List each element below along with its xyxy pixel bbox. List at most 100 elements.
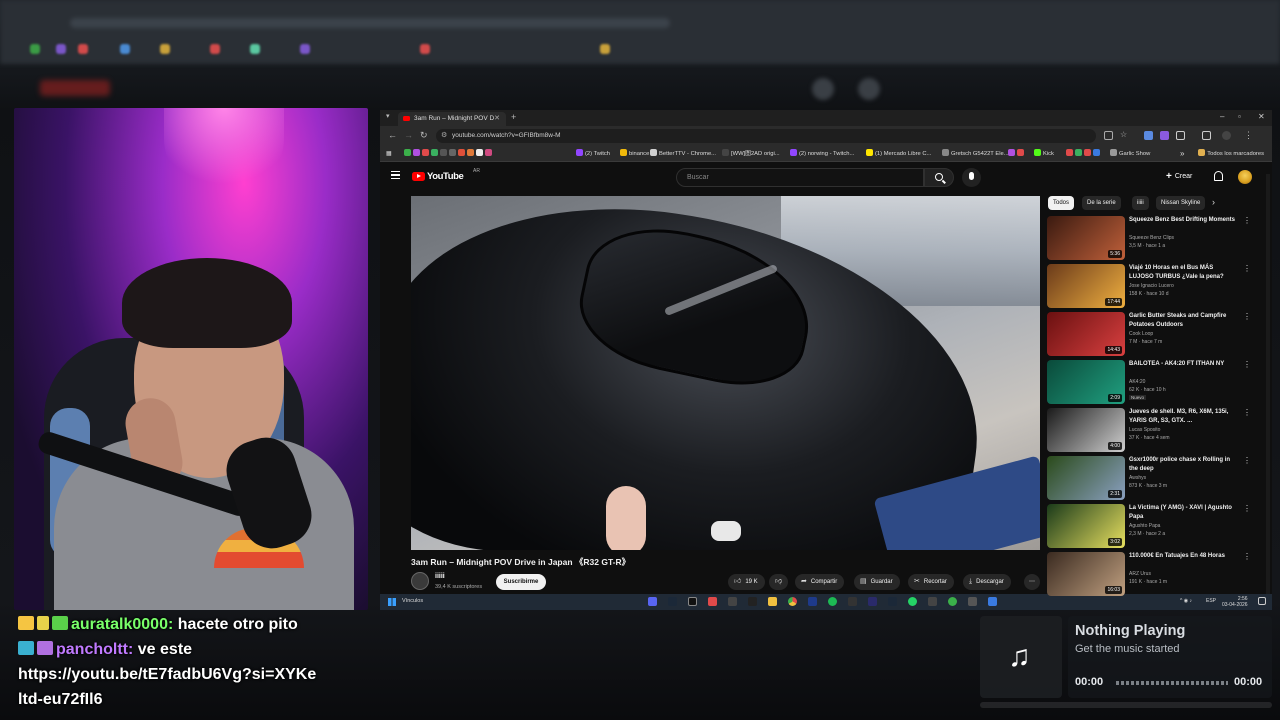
app-icon[interactable] (688, 597, 697, 606)
more-options-icon[interactable]: ⋮ (1243, 216, 1251, 225)
video-thumbnail[interactable]: 16:03 (1047, 552, 1125, 596)
url-field[interactable]: ⚙ youtube.com/watch?v=GFIBfbm8w-M (436, 129, 1096, 143)
recommended-video[interactable]: 5:36 Squeeze Benz Best Drifting Moments Sq… (1047, 216, 1257, 262)
chip-nissan-skyline[interactable]: Nissan Skyline (1156, 196, 1206, 210)
steam-icon[interactable] (888, 597, 897, 606)
video-thumbnail[interactable]: 17:44 (1047, 264, 1125, 308)
recommended-video-title[interactable]: Gsxr1000r police chase x Rolling in the … (1129, 456, 1239, 474)
app-icon[interactable] (748, 597, 757, 606)
new-tab-button[interactable]: + (511, 112, 516, 122)
recommended-channel[interactable]: AK4:20 (1129, 379, 1145, 385)
bookmark-binance[interactable]: binance (620, 149, 649, 159)
video-thumbnail[interactable]: 5:36 (1047, 216, 1125, 260)
bookmark-icons[interactable] (404, 149, 494, 159)
app-icon[interactable] (728, 597, 737, 606)
account-avatar[interactable] (1238, 170, 1252, 184)
links-toolbar[interactable]: Vínculos (402, 598, 423, 604)
recommended-video[interactable]: 16:03 110.000€ En Tatuajes En 48 Horas ARZ… (1047, 552, 1257, 598)
recommended-channel[interactable]: Awshys (1129, 475, 1146, 481)
app-icon[interactable] (928, 597, 937, 606)
recommended-video[interactable]: 14:43 Garlic Butter Steaks and Campfire P… (1047, 312, 1257, 358)
browser-menu-icon[interactable]: ⋮ (1244, 130, 1253, 141)
app-icon[interactable] (848, 597, 857, 606)
recommended-video-title[interactable]: Viajé 10 Horas en el Bus MÁS LUJOSO TURB… (1129, 264, 1239, 282)
app-icon[interactable] (968, 597, 977, 606)
discord-icon[interactable] (648, 597, 657, 606)
tab-youtube[interactable]: 3am Run – Midnight POV D ✕ (398, 112, 506, 126)
youtube-logo-text[interactable]: YouTube (427, 171, 464, 182)
video-player[interactable] (411, 196, 1040, 550)
back-icon[interactable]: ← (388, 130, 397, 140)
bookmark-gretsch[interactable]: Gretsch G5422T Ele... (942, 149, 1009, 159)
extension-icon[interactable] (1160, 131, 1169, 140)
file-explorer-icon[interactable] (768, 597, 777, 606)
close-tab-icon[interactable]: ✕ (494, 112, 500, 126)
more-options-icon[interactable]: ⋮ (1243, 504, 1251, 513)
more-actions-button[interactable]: ⋯ (1024, 574, 1040, 590)
recommended-video-title[interactable]: BAILOTEA - AK4:20 FT ITHAN NY (1129, 360, 1239, 369)
dislike-button[interactable]: 👎︎ (769, 574, 789, 590)
downloads-icon[interactable] (1202, 131, 1211, 140)
more-options-icon[interactable]: ⋮ (1243, 408, 1251, 417)
like-button[interactable]: 👍︎ 19 K (728, 574, 765, 590)
recommended-video-title[interactable]: 110.000€ En Tatuajes En 48 Horas (1129, 552, 1239, 561)
more-options-icon[interactable]: ⋮ (1243, 264, 1251, 273)
create-button[interactable]: + Crear (1166, 171, 1192, 182)
recommended-video-title[interactable]: Garlic Butter Steaks and Campfire Potato… (1129, 312, 1239, 330)
notifications-bell-icon[interactable] (1214, 171, 1223, 181)
video-thumbnail[interactable]: 4:00 (1047, 408, 1125, 452)
extension-icon[interactable] (1144, 131, 1153, 140)
youtube-logo-icon[interactable] (412, 172, 425, 181)
share-button[interactable]: ➦ Compartir (795, 574, 845, 590)
page-scrollbar[interactable] (1266, 174, 1270, 594)
bookmark-star-icon[interactable]: ☆ (1120, 130, 1127, 139)
all-bookmarks-folder[interactable]: Todos los marcadores (1198, 149, 1264, 159)
more-options-icon[interactable]: ⋮ (1243, 552, 1251, 561)
more-bookmarks-icon[interactable]: » (1180, 149, 1184, 159)
save-button[interactable]: ▤ Guardar (854, 574, 900, 590)
chip-all[interactable]: Todos (1048, 196, 1075, 210)
search-button[interactable] (924, 168, 954, 187)
bookmark-origi[interactable]: [WW]图2AD origi... (722, 149, 780, 159)
obs-icon[interactable] (708, 597, 717, 606)
maximize-icon[interactable]: ▫ (1238, 112, 1241, 121)
recommended-video-title[interactable]: Jueves de shell. M3, R6, X6M, 135i, YARI… (1129, 408, 1239, 426)
more-options-icon[interactable]: ⋮ (1243, 360, 1251, 369)
app-icon[interactable] (948, 597, 957, 606)
recommended-video-title[interactable]: La Victima (Y AMG) - XAVI | Agushto Papa (1129, 504, 1239, 522)
chrome-icon[interactable] (788, 597, 797, 606)
recommended-video[interactable]: 3:02 La Victima (Y AMG) - XAVI | Agushto … (1047, 504, 1257, 550)
recommended-video[interactable]: 2:31 Gsxr1000r police chase x Rolling in … (1047, 456, 1257, 502)
steam-icon[interactable] (668, 597, 677, 606)
recommended-channel[interactable]: Squeeze Benz Clips (1129, 235, 1174, 241)
bookmark-norwing[interactable]: (2) norwing - Twitch... (790, 149, 854, 159)
recommended-video[interactable]: 17:44 Viajé 10 Horas en el Bus MÁS LUJOSO… (1047, 264, 1257, 310)
bookmark-twitch[interactable]: (2) Twitch (576, 149, 610, 159)
hamburger-menu-icon[interactable] (391, 171, 400, 179)
clip-button[interactable]: ✂ Recortar (908, 574, 954, 590)
notifications-icon[interactable] (1258, 597, 1266, 605)
bookmark-mercadolibre[interactable]: (1) Mercado Libre C... (866, 149, 931, 159)
minimize-icon[interactable]: – (1220, 112, 1224, 121)
forward-icon[interactable]: → (404, 130, 413, 140)
recommended-channel[interactable]: ARZ Urus (1129, 571, 1151, 577)
apps-icon[interactable]: ▦ (386, 149, 391, 159)
voice-search-button[interactable] (962, 168, 981, 187)
chip-series[interactable]: De la serie (1082, 196, 1121, 210)
reload-icon[interactable]: ↻ (420, 130, 428, 141)
search-input[interactable]: Buscar (676, 168, 924, 187)
bookmark-icons[interactable] (1008, 149, 1026, 159)
extensions-puzzle-icon[interactable] (1176, 131, 1185, 140)
video-thumbnail[interactable]: 14:43 (1047, 312, 1125, 356)
chevron-right-icon[interactable]: › (1212, 197, 1215, 207)
system-tray-icons[interactable]: ^ ◉ ♪ (1180, 598, 1192, 604)
spotify-icon[interactable] (828, 597, 837, 606)
language-indicator[interactable]: ESP (1206, 598, 1216, 604)
bookmark-garlic-show[interactable]: Garlic Show (1110, 149, 1150, 159)
download-button[interactable]: ⤓ Descargar (963, 574, 1011, 590)
site-info-icon[interactable]: ⚙ (441, 129, 447, 143)
chip-channel[interactable]: iiiii (1132, 196, 1149, 210)
more-options-icon[interactable]: ⋮ (1243, 456, 1251, 465)
channel-name[interactable]: iiiii (435, 573, 445, 580)
photoshop-icon[interactable] (808, 597, 817, 606)
